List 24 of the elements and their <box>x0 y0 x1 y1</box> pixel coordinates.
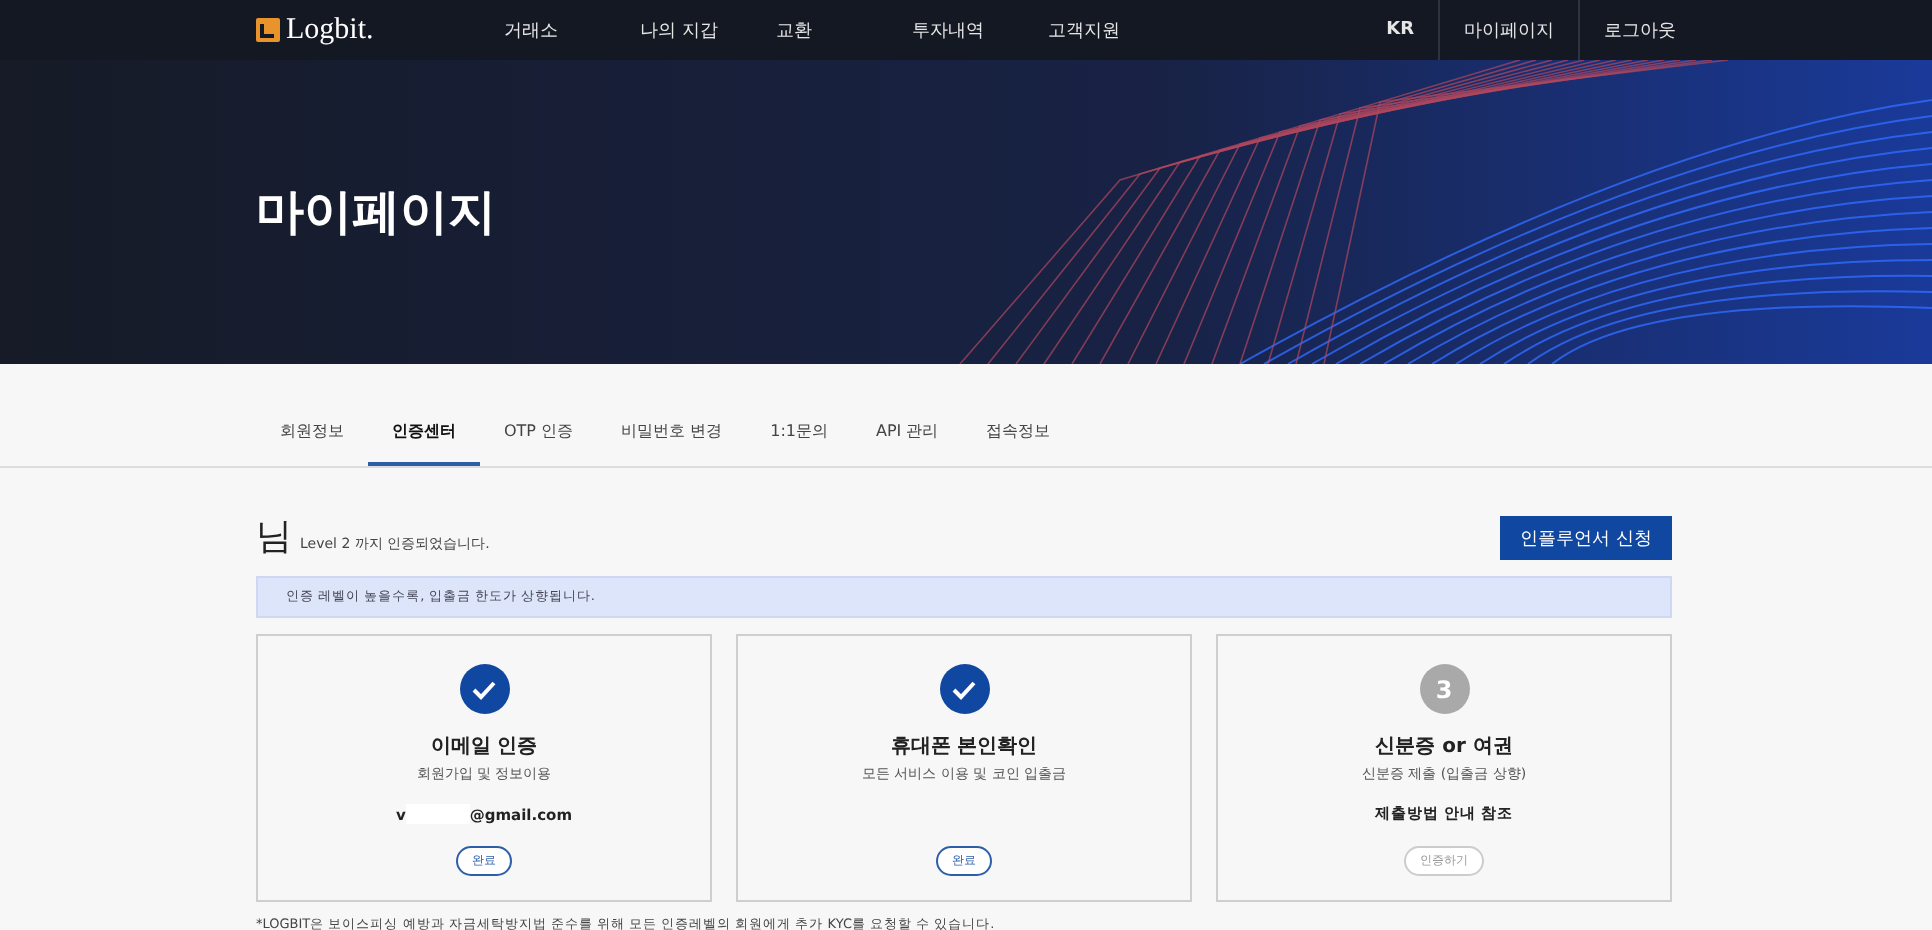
tab[interactable]: 1:1문의 <box>746 398 852 466</box>
tab[interactable]: API 관리 <box>851 398 963 466</box>
step-title: 신분증 or 여권 <box>1375 734 1513 760</box>
check-icon <box>939 664 989 714</box>
nav-link[interactable]: 교환 <box>776 17 912 43</box>
step-number: 3 <box>1419 664 1469 714</box>
nav-link[interactable]: 고객지원 <box>1048 17 1184 43</box>
nav-link[interactable]: 거래소 <box>504 17 640 43</box>
nav-link[interactable]: 투자내역 <box>912 17 1048 43</box>
page-title: 마이페이지 <box>256 182 496 244</box>
step-title: 휴대폰 본인확인 <box>890 734 1038 760</box>
tab[interactable]: OTP 인증 <box>480 398 598 466</box>
tab[interactable]: 회원정보 <box>256 398 368 466</box>
nav-link[interactable]: 나의 지갑 <box>640 17 776 43</box>
user-name: 님 <box>256 516 292 558</box>
tab[interactable]: 접속정보 <box>962 398 1075 466</box>
tab[interactable]: 비밀번호 변경 <box>597 398 747 466</box>
tab[interactable]: 인증센터 <box>368 398 480 466</box>
logo-text[interactable]: Logbit. <box>286 13 374 47</box>
influencer-apply-button[interactable]: 인플루언서 신청 <box>1500 516 1672 560</box>
step-title: 이메일 인증 <box>430 734 538 760</box>
nav-link[interactable]: KR <box>1362 0 1438 60</box>
check-icon <box>459 664 509 714</box>
logo-icon <box>256 18 280 42</box>
